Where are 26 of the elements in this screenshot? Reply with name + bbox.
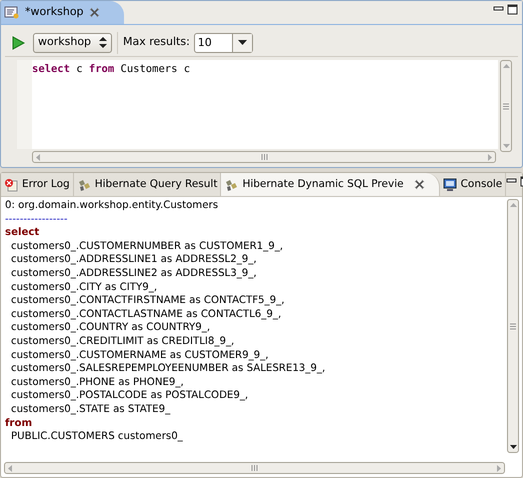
query-editor[interactable]: select c from Customers c <box>17 60 498 149</box>
sql-line: customers0_.CREDITLIMIT as CREDITLI8_9_, <box>10 334 234 349</box>
sql-line: customers0_.CONTACTLASTNAME as CONTACTL6_9_, <box>10 308 282 322</box>
sql-line: customers0_.CUSTOMERNUMBER as CUSTOMER1_9_, <box>10 240 284 254</box>
sql-line: customers0_.COUNTRY as COUNTRY9_, <box>10 321 210 335</box>
sql-line: PUBLIC.CUSTOMERS customers0_ <box>10 430 183 444</box>
configuration-select[interactable]: workshop <box>33 32 112 52</box>
sql-line: 0: org.domain.workshop.entity.Customers <box>4 199 218 213</box>
sql-keyword: from <box>4 416 32 430</box>
sql-line: customers0_.STATE as STATE9_ <box>10 402 170 416</box>
sql-line: customers0_.PHONE as PHONE9_, <box>10 376 184 390</box>
view-tab[interactable]: Hibernate Query Result <box>74 173 222 196</box>
editor-tab[interactable]: *workshop <box>1 1 124 24</box>
separator-line: ----------------- <box>4 212 68 226</box>
max-results-combo[interactable]: 10 <box>194 32 253 52</box>
max-results-label: Max results: <box>123 34 190 50</box>
sql-line: customers0_.SALESREPEMPLOYEENUMBER as SALESRE13_9_, <box>10 362 326 376</box>
view-tab[interactable]: Console <box>440 173 506 196</box>
sql-line: customers0_.CUSTOMERNAME as CUSTOMER9_9_, <box>10 348 268 362</box>
sql-keyword: select <box>4 226 40 240</box>
sql-line: customers0_.CITY as CITY9_, <box>10 280 158 294</box>
view-tab[interactable]: Hibernate Dynamic SQL Previe <box>221 173 440 196</box>
sql-line: customers0_.CONTACTFIRSTNAME as CONTACTF5_9_, <box>10 294 284 308</box>
sql-line: customers0_.POSTALCODE as POSTALCODE9_, <box>10 389 248 403</box>
sql-line: customers0_.ADDRESSLINE2 as ADDRESSL3_9_, <box>10 266 257 281</box>
sql-line: customers0_.ADDRESSLINE1 as ADDRESSL2_9_, <box>10 253 257 267</box>
